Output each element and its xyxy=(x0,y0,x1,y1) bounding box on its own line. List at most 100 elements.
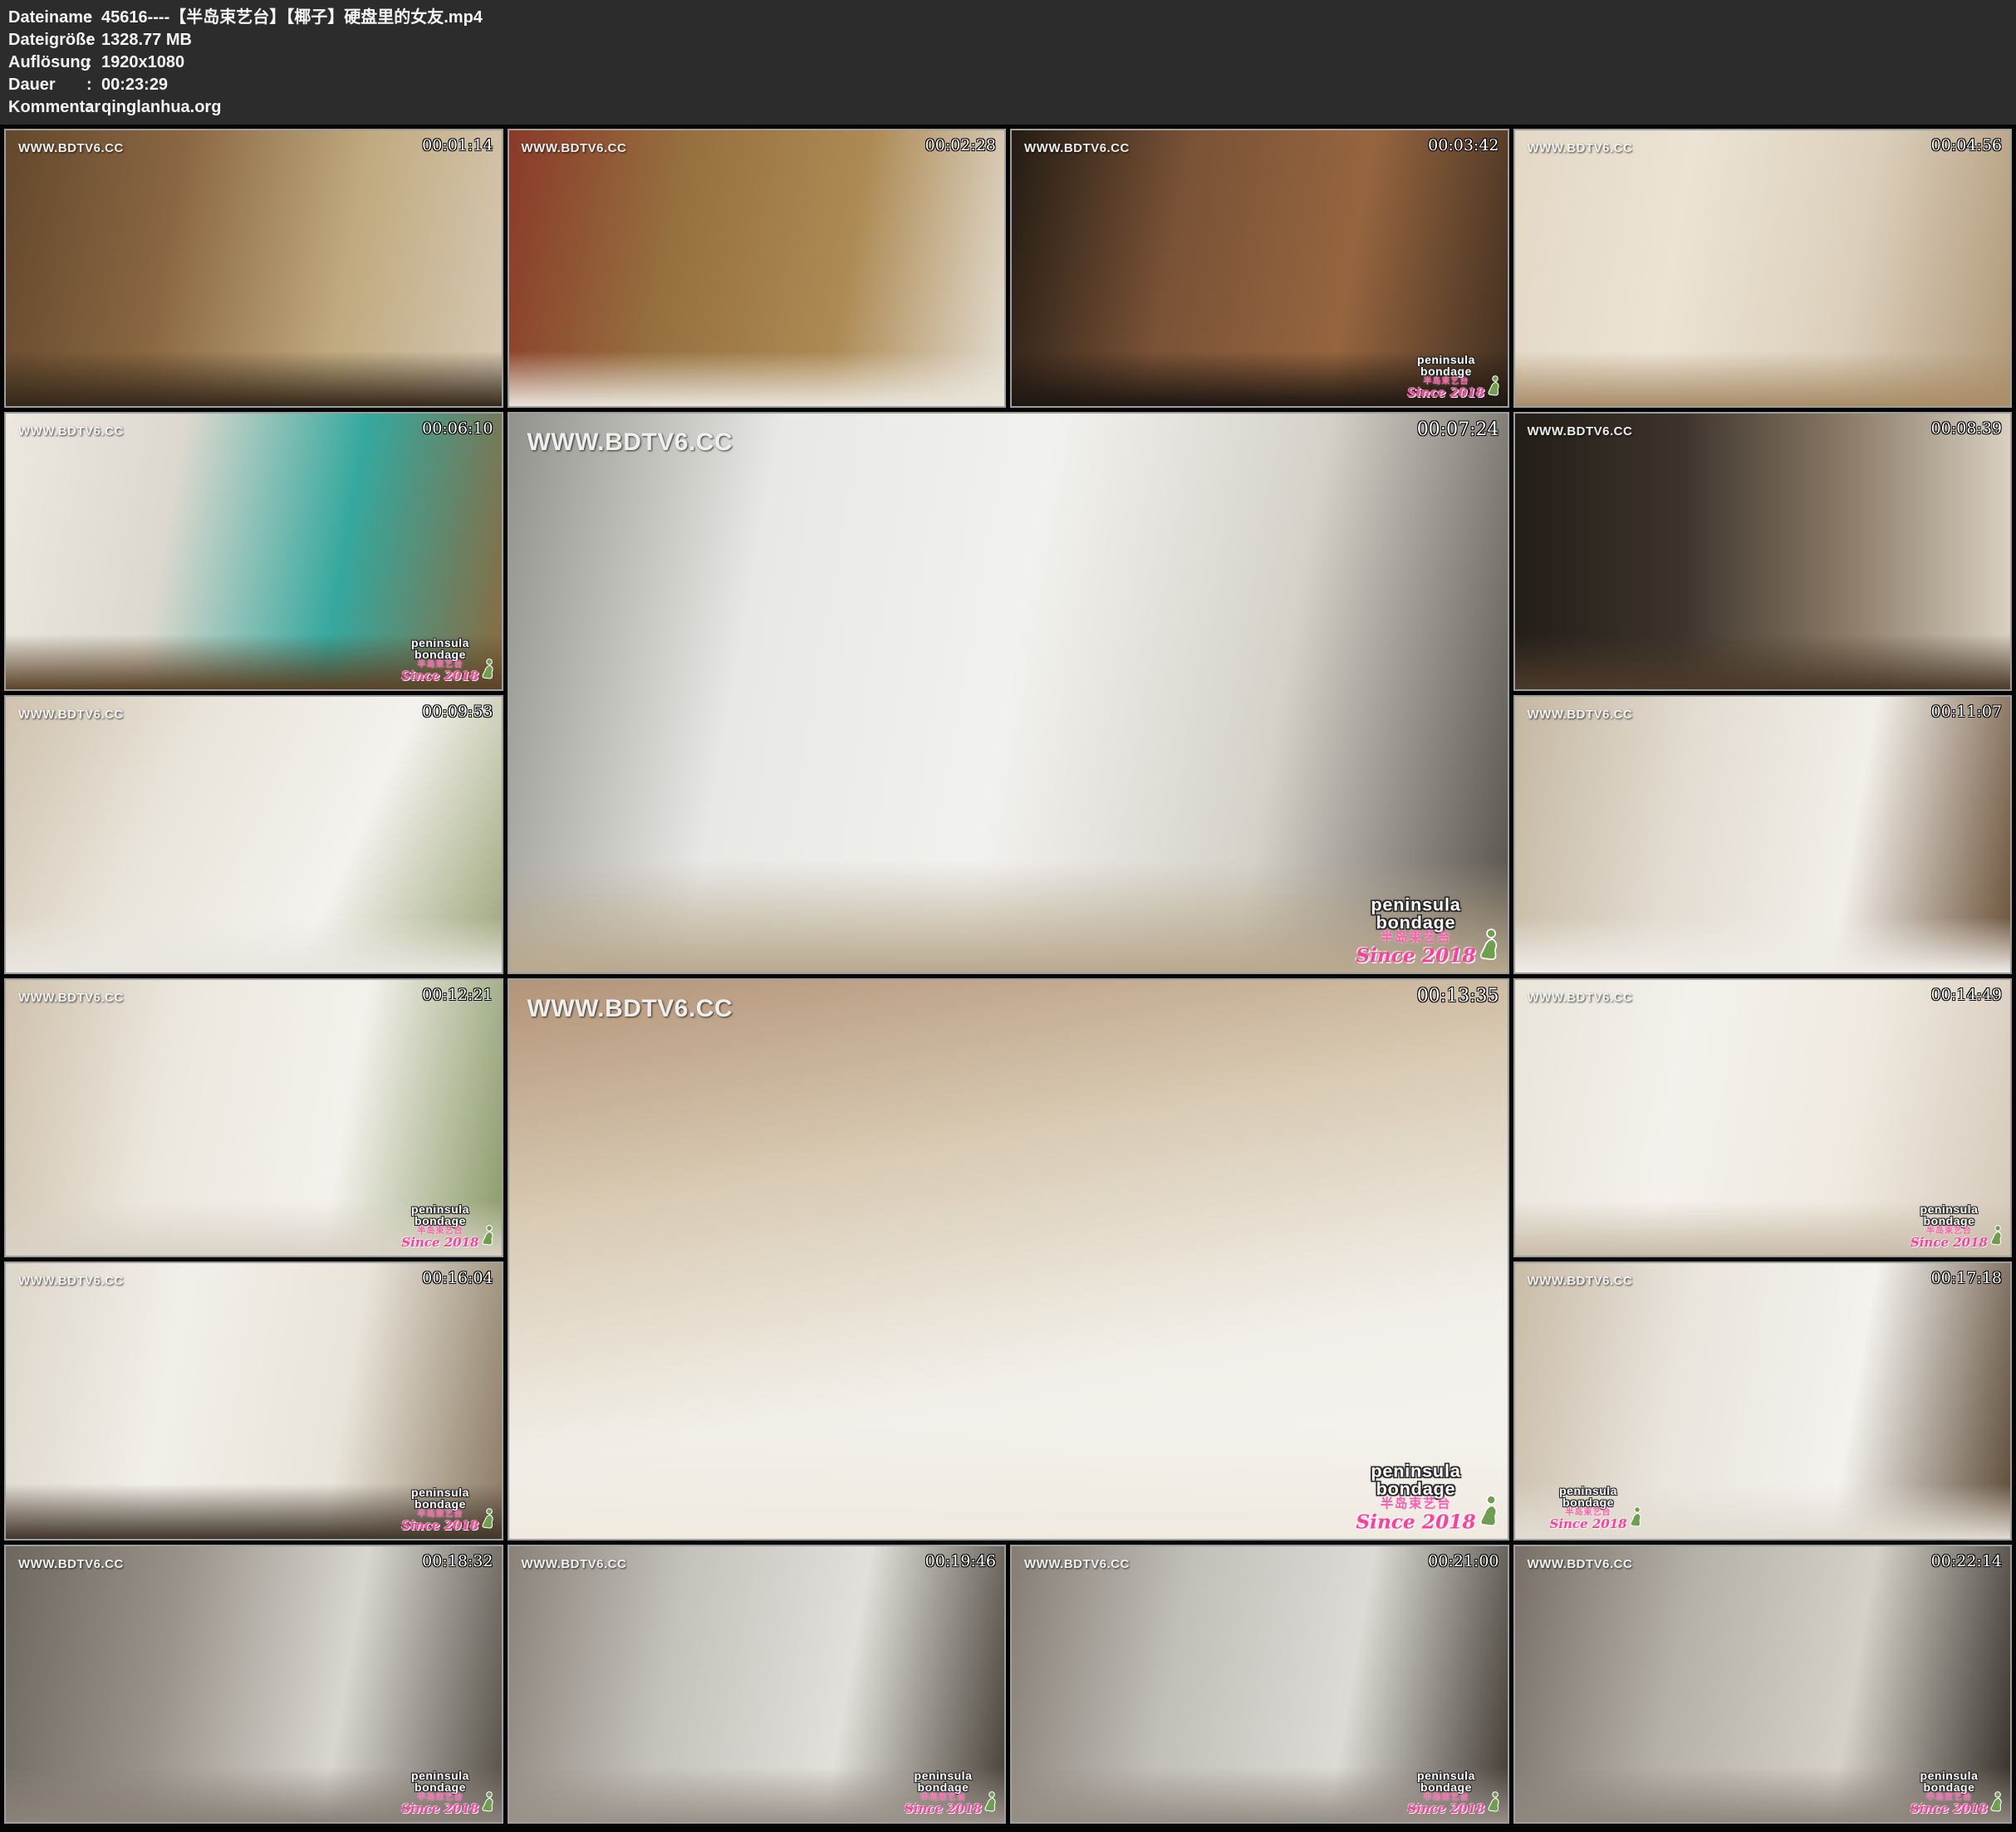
video-thumbnail-00-01-14: WWW.BDTV6.CC 00:01:14 xyxy=(4,129,503,408)
logo-line-2: bondage xyxy=(414,1781,466,1793)
meta-row-comment: Kommentar : qinglanhua.org xyxy=(8,96,2008,119)
logo-line-4: Since 2018 xyxy=(1356,1513,1476,1532)
watermark-text: WWW.BDTV6.CC xyxy=(18,141,124,155)
peninsula-bondage-logo: peninsula bondage 半岛束艺台 Since 2018 xyxy=(401,1203,494,1249)
watermark-text: WWW.BDTV6.CC xyxy=(1024,141,1130,155)
watermark-text: WWW.BDTV6.CC xyxy=(527,429,733,457)
logo-line-2: bondage xyxy=(414,1215,466,1227)
logo-line-4: Since 2018 xyxy=(401,1520,478,1532)
timestamp-overlay: 00:18:32 xyxy=(422,1552,493,1570)
logo-line-2: bondage xyxy=(1420,365,1472,377)
video-thumbnail-00-12-21: WWW.BDTV6.CC 00:12:21 peninsula bondage … xyxy=(4,978,503,1257)
timestamp-overlay: 00:12:21 xyxy=(422,986,493,1004)
watermark-text: WWW.BDTV6.CC xyxy=(1528,141,1633,155)
meta-row-resolution: Auflösung : 1920x1080 xyxy=(8,51,2008,74)
timestamp-overlay: 00:07:24 xyxy=(1417,419,1499,440)
logo-line-1: peninsula xyxy=(1417,1770,1475,1781)
logo-line-4: Since 2018 xyxy=(401,670,478,683)
logo-text-block: peninsula bondage 半岛束艺台 Since 2018 xyxy=(1911,1770,1988,1815)
watermark-text: WWW.BDTV6.CC xyxy=(1528,1274,1633,1288)
meta-row-filename: Dateiname : 45616----【半岛束艺台】【椰子】硬盘里的女友.m… xyxy=(8,7,2008,29)
logo-text-block: peninsula bondage 半岛束艺台 Since 2018 xyxy=(1356,895,1476,966)
watermark-text: WWW.BDTV6.CC xyxy=(1528,424,1633,438)
peninsula-bondage-logo: peninsula bondage 半岛束艺台 Since 2018 xyxy=(401,1487,494,1532)
meta-row-duration: Dauer : 00:23:29 xyxy=(8,74,2008,96)
peninsula-bondage-logo: peninsula bondage 半岛束艺台 Since 2018 xyxy=(1356,895,1501,966)
logo-line-1: peninsula xyxy=(1417,354,1475,365)
logo-line-2: bondage xyxy=(1420,1781,1472,1793)
timestamp-overlay: 00:01:14 xyxy=(422,136,493,154)
kneeling-figure-icon xyxy=(1479,1494,1500,1533)
timestamp-overlay: 00:02:28 xyxy=(925,136,996,154)
logo-line-4: Since 2018 xyxy=(905,1803,982,1815)
meta-label: Dateiname xyxy=(8,7,86,29)
kneeling-figure-icon xyxy=(481,1507,495,1532)
logo-line-2: bondage xyxy=(1376,913,1456,931)
timestamp-overlay: 00:06:10 xyxy=(422,419,493,438)
meta-colon: : xyxy=(86,7,101,29)
timestamp-overlay: 00:19:46 xyxy=(925,1552,996,1570)
video-thumbnail-00-13-35: WWW.BDTV6.CC 00:13:35 peninsula bondage … xyxy=(508,978,1509,1541)
peninsula-bondage-logo: peninsula bondage 半岛束艺台 Since 2018 xyxy=(1407,354,1500,399)
kneeling-figure-icon xyxy=(1989,1224,2004,1249)
logo-line-4: Since 2018 xyxy=(1407,1803,1484,1815)
watermark-text: WWW.BDTV6.CC xyxy=(18,708,124,722)
watermark-text: WWW.BDTV6.CC xyxy=(1024,1557,1130,1571)
logo-line-2: bondage xyxy=(1376,1479,1456,1497)
meta-value-filesize: 1328.77 MB xyxy=(101,29,2008,51)
video-thumbnail-00-08-39: WWW.BDTV6.CC 00:08:39 xyxy=(1513,412,2013,691)
logo-line-4: Since 2018 xyxy=(1356,947,1476,966)
logo-text-block: peninsula bondage 半岛束艺台 Since 2018 xyxy=(1911,1203,1988,1249)
watermark-text: WWW.BDTV6.CC xyxy=(1528,1557,1633,1571)
video-thumbnail-00-11-07: WWW.BDTV6.CC 00:11:07 xyxy=(1513,695,2013,974)
logo-line-2: bondage xyxy=(1562,1496,1614,1508)
logo-text-block: peninsula bondage 半岛束艺台 Since 2018 xyxy=(401,1487,478,1532)
meta-colon: : xyxy=(86,29,101,51)
peninsula-bondage-logo: peninsula bondage 半岛束艺台 Since 2018 xyxy=(1356,1462,1501,1532)
kneeling-figure-icon xyxy=(983,1790,998,1815)
meta-label: Kommentar xyxy=(8,96,86,119)
logo-line-1: peninsula xyxy=(411,1203,469,1215)
logo-line-4: Since 2018 xyxy=(1550,1518,1627,1531)
logo-line-1: peninsula xyxy=(411,1487,469,1498)
video-thumbnail-00-19-46: WWW.BDTV6.CC 00:19:46 peninsula bondage … xyxy=(508,1545,1007,1824)
video-thumbnail-00-07-24: WWW.BDTV6.CC 00:07:24 peninsula bondage … xyxy=(508,412,1509,974)
timestamp-overlay: 00:04:56 xyxy=(1931,136,2002,154)
thumbnail-grid: WWW.BDTV6.CC 00:01:14 WWW.BDTV6.CC 00:02… xyxy=(0,125,2016,1828)
timestamp-overlay: 00:13:35 xyxy=(1417,986,1499,1007)
meta-row-filesize: Dateigröße : 1328.77 MB xyxy=(8,29,2008,51)
logo-text-block: peninsula bondage 半岛束艺台 Since 2018 xyxy=(1550,1485,1627,1531)
video-thumbnail-00-02-28: WWW.BDTV6.CC 00:02:28 xyxy=(508,129,1007,408)
watermark-text: WWW.BDTV6.CC xyxy=(527,995,733,1023)
timestamp-overlay: 00:17:18 xyxy=(1931,1269,2002,1287)
video-thumbnail-00-14-49: WWW.BDTV6.CC 00:14:49 peninsula bondage … xyxy=(1513,978,2013,1257)
video-thumbnail-00-22-14: WWW.BDTV6.CC 00:22:14 peninsula bondage … xyxy=(1513,1545,2013,1824)
timestamp-overlay: 00:14:49 xyxy=(1931,986,2002,1004)
logo-line-1: peninsula xyxy=(411,637,469,649)
watermark-text: WWW.BDTV6.CC xyxy=(522,141,627,155)
peninsula-bondage-logo: peninsula bondage 半岛束艺台 Since 2018 xyxy=(1911,1770,2004,1815)
watermark-text: WWW.BDTV6.CC xyxy=(522,1557,627,1571)
logo-line-1: peninsula xyxy=(1371,1462,1461,1480)
watermark-text: WWW.BDTV6.CC xyxy=(18,1557,124,1571)
peninsula-bondage-logo: peninsula bondage 半岛束艺台 Since 2018 xyxy=(1407,1770,1500,1815)
logo-line-4: Since 2018 xyxy=(1407,387,1484,399)
watermark-text: WWW.BDTV6.CC xyxy=(18,991,124,1005)
timestamp-overlay: 00:03:42 xyxy=(1428,136,1499,154)
video-thumbnail-00-04-56: WWW.BDTV6.CC 00:04:56 xyxy=(1513,129,2013,408)
kneeling-figure-icon xyxy=(481,658,495,683)
logo-line-1: peninsula xyxy=(1371,895,1461,914)
kneeling-figure-icon xyxy=(481,1224,495,1249)
kneeling-figure-icon xyxy=(1487,375,1501,399)
kneeling-figure-icon xyxy=(1479,928,1500,967)
logo-line-4: Since 2018 xyxy=(1911,1237,1988,1249)
watermark-text: WWW.BDTV6.CC xyxy=(18,1274,124,1288)
logo-line-4: Since 2018 xyxy=(401,1237,478,1249)
meta-colon: : xyxy=(86,74,101,96)
logo-line-4: Since 2018 xyxy=(401,1803,478,1815)
logo-line-4: Since 2018 xyxy=(1911,1803,1988,1815)
peninsula-bondage-logo: peninsula bondage 半岛束艺台 Since 2018 xyxy=(1911,1203,2004,1249)
kneeling-figure-icon xyxy=(1989,1790,2004,1815)
video-thumbnail-00-09-53: WWW.BDTV6.CC 00:09:53 xyxy=(4,695,503,974)
peninsula-bondage-logo: peninsula bondage 半岛束艺台 Since 2018 xyxy=(1550,1485,1643,1531)
